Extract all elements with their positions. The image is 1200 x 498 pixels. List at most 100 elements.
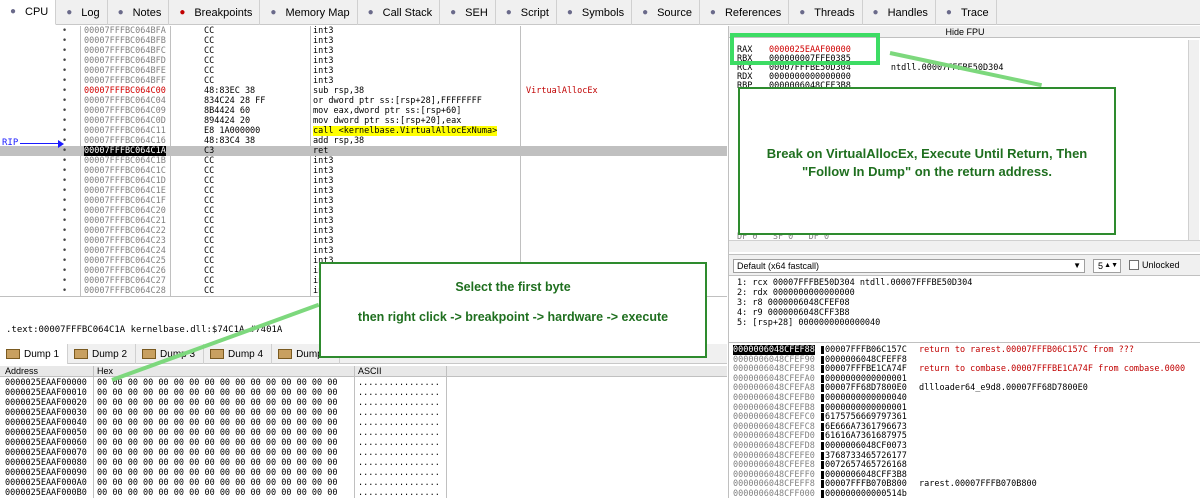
stack-row[interactable]: 0000006048CFEFB0 0000000000000040 [729, 393, 1200, 403]
stack-row[interactable]: 0000006048CFEFA8 00007FF68D7800E0 dllloade… [729, 383, 1200, 393]
stack-marker-icon [821, 451, 824, 460]
disasm-row[interactable]: • 00007FFFBC064BFA CC int3 [0, 26, 727, 36]
disasm-bytes: 48:83EC 38 [204, 86, 256, 96]
unlocked-checkbox[interactable]: Unlocked [1129, 260, 1180, 270]
dump-row[interactable]: 0000025EAAF00010 00 00 00 00 00 00 00 00 … [0, 388, 727, 398]
dump-row[interactable]: 0000025EAAF00070 00 00 00 00 00 00 00 00 … [0, 448, 727, 458]
dump-tab-2[interactable]: Dump 2 [68, 344, 137, 364]
argument-row[interactable]: 4: r9 0000006048CFF3B8 [737, 308, 850, 318]
tab-breakpoints[interactable]: ● Breakpoints [169, 0, 261, 25]
disassembly-pane[interactable]: • 00007FFFBC064BFA CC int3 • 00007FFFBC064BFB… [0, 26, 727, 296]
tab-log[interactable]: ● Log [56, 0, 108, 25]
tab-seh[interactable]: ● SEH [440, 0, 496, 25]
stack-row[interactable]: 0000006048CFEFC0 6175756669797361 [729, 412, 1200, 422]
disasm-row[interactable]: • 00007FFFBC064C09 8B4424 60 mov eax,dword … [0, 106, 727, 116]
disasm-row[interactable]: • 00007FFFBC064C20 CC int3 [0, 206, 727, 216]
registers-hscrollbar[interactable] [729, 240, 1200, 252]
dump-row[interactable]: 0000025EAAF00000 00 00 00 00 00 00 00 00 … [0, 378, 727, 388]
argument-row[interactable]: 5: [rsp+28] 0000000000000040 [737, 318, 880, 328]
stack-addr: 0000006048CFEFA8 [733, 383, 815, 394]
stack-row[interactable]: 0000006048CFEFC8 6E666A7361796673 [729, 422, 1200, 432]
stack-addr: 0000006048CFEFF8 [733, 479, 815, 490]
stack-row[interactable]: 0000006048CFEFF8 00007FFFB070B800 rarest.0… [729, 479, 1200, 489]
disasm-row[interactable]: • 00007FFFBC064C0D 894424 20 mov dword ptr … [0, 116, 727, 126]
registers-vscrollbar[interactable] [1188, 40, 1199, 240]
arg-count-spinner[interactable]: 5 ▲▼ [1093, 259, 1121, 273]
disasm-row[interactable]: • 00007FFFBC064BFD CC int3 [0, 56, 727, 66]
disasm-addr: 00007FFFBC064C1E [84, 186, 166, 196]
stack-marker-icon [821, 394, 824, 402]
stack-row[interactable]: 0000006048CFEF90 0000006048CFEFF8 [729, 355, 1200, 365]
dump-tab-4[interactable]: Dump 4 [204, 344, 273, 364]
dump-tab-1[interactable]: Dump 1 [0, 344, 69, 364]
references-icon: ● [709, 6, 716, 18]
tab-cpu[interactable]: ● CPU [0, 0, 57, 25]
stack-row[interactable]: 0000006048CFEFF0 0000006048CFF3B8 [729, 470, 1200, 480]
disasm-row[interactable]: • 00007FFFBC064C23 CC int3 [0, 236, 727, 246]
disasm-row[interactable]: • 00007FFFBC064C00 48:83EC 38 sub rsp,38 Vir… [0, 86, 727, 96]
dump-icon [6, 349, 20, 359]
disasm-row[interactable]: • 00007FFFBC064C11 E8 1A000000 call <kernel… [0, 126, 727, 136]
disasm-instr: mov dword ptr ss:[rsp+20],eax [313, 116, 462, 126]
stack-row[interactable]: 0000006048CFEFE0 3768733465726177 [729, 451, 1200, 461]
stack-row[interactable]: 0000006048CFEF88 00007FFFB06C157C return t… [729, 345, 1200, 355]
stack-row[interactable]: 0000006048CFEFB8 0000000000000001 [729, 403, 1200, 413]
stack-addr: 0000006048CFEFD0 [733, 431, 815, 442]
stack-pane[interactable]: 0000006048CFEF88 00007FFFB06C157C return t… [729, 342, 1200, 498]
disasm-row[interactable]: • 00007FFFBC064C1F CC int3 [0, 196, 727, 206]
tab-handles[interactable]: ● Handles [863, 0, 936, 25]
dump-hex: 00 00 00 00 00 00 00 00 00 00 00 00 00 0… [97, 398, 338, 408]
dump-row[interactable]: 0000025EAAF000A0 00 00 00 00 00 00 00 00 … [0, 478, 727, 488]
tab-trace[interactable]: ● Trace [936, 0, 997, 25]
tab-source[interactable]: ● Source [632, 0, 700, 25]
disasm-row[interactable]: • 00007FFFBC064C1A C3 ret [0, 146, 727, 156]
stack-row[interactable]: 0000006048CFF000 000000000000514b [729, 489, 1200, 498]
tab-call-stack[interactable]: ● Call Stack [358, 0, 441, 25]
disasm-row[interactable]: • 00007FFFBC064BFB CC int3 [0, 36, 727, 46]
tab-notes[interactable]: ● Notes [108, 0, 170, 25]
dump-row[interactable]: 0000025EAAF00090 00 00 00 00 00 00 00 00 … [0, 468, 727, 478]
disasm-row[interactable]: • 00007FFFBC064BFC CC int3 [0, 46, 727, 56]
tab-symbols[interactable]: ● Symbols [557, 0, 633, 25]
disasm-row[interactable]: • 00007FFFBC064C1C CC int3 [0, 166, 727, 176]
dump-col-address: Address [5, 366, 39, 376]
disasm-row[interactable]: • 00007FFFBC064C1D CC int3 [0, 176, 727, 186]
dump-row[interactable]: 0000025EAAF00020 00 00 00 00 00 00 00 00 … [0, 398, 727, 408]
disasm-row[interactable]: • 00007FFFBC064C1E CC int3 [0, 186, 727, 196]
dump-row[interactable]: 0000025EAAF00060 00 00 00 00 00 00 00 00 … [0, 438, 727, 448]
stack-val: 00007FFFB070B800 [825, 479, 907, 490]
stack-row[interactable]: 0000006048CFEFA0 0000000000000001 [729, 374, 1200, 384]
row-marker-icon: • [62, 176, 68, 186]
argument-row[interactable]: 3: r8 0000006048CFEF08 [737, 298, 850, 308]
stack-val: 00007FF68D7800E0 [825, 383, 907, 394]
calling-convention-select[interactable]: Default (x64 fastcall) ▼ [733, 259, 1085, 273]
disasm-row[interactable]: • 00007FFFBC064C1B CC int3 [0, 156, 727, 166]
row-marker-icon: • [62, 56, 68, 66]
stack-row[interactable]: 0000006048CFEF98 00007FFFBE1CA74F return t… [729, 364, 1200, 374]
rip-arrowhead-icon [58, 140, 64, 148]
tab-references[interactable]: ● References [700, 0, 790, 25]
disasm-instr: mov eax,dword ptr ss:[rsp+60] [313, 106, 462, 116]
stack-row[interactable]: 0000006048CFEFD0 61616A7361687975 [729, 431, 1200, 441]
tab-script[interactable]: ● Script [496, 0, 557, 25]
stack-row[interactable]: 0000006048CFEFE8 0072657465726168 [729, 460, 1200, 470]
dump-row[interactable]: 0000025EAAF000B0 00 00 00 00 00 00 00 00 … [0, 488, 727, 498]
disasm-row[interactable]: • 00007FFFBC064BFF CC int3 [0, 76, 727, 86]
tab-threads[interactable]: ● Threads [789, 0, 863, 25]
disasm-row[interactable]: • 00007FFFBC064C21 CC int3 [0, 216, 727, 226]
disasm-bytes: 894424 20 [204, 116, 251, 126]
disasm-row[interactable]: • 00007FFFBC064C22 CC int3 [0, 226, 727, 236]
tab-memory-map[interactable]: ● Memory Map [260, 0, 358, 25]
disasm-instr: int3 [313, 46, 334, 56]
disasm-row[interactable]: • 00007FFFBC064BFE CC int3 [0, 66, 727, 76]
disasm-row[interactable]: • 00007FFFBC064C04 834C24 28 FF or dword pt… [0, 96, 727, 106]
stack-row[interactable]: 0000006048CFEFD8 0000006048CF0073 [729, 441, 1200, 451]
argument-row[interactable]: 2: rdx 0000000000000000 [737, 288, 855, 298]
dump-row[interactable]: 0000025EAAF00050 00 00 00 00 00 00 00 00 … [0, 428, 727, 438]
disasm-row[interactable]: • 00007FFFBC064C16 48:83C4 38 add rsp,38 [0, 136, 727, 146]
dump-row[interactable]: 0000025EAAF00040 00 00 00 00 00 00 00 00 … [0, 418, 727, 428]
argument-row[interactable]: 1: rcx 00007FFFBE50D304 ntdll.00007FFFBE… [737, 278, 972, 288]
dump-row[interactable]: 0000025EAAF00080 00 00 00 00 00 00 00 00 … [0, 458, 727, 468]
dump-row[interactable]: 0000025EAAF00030 00 00 00 00 00 00 00 00 … [0, 408, 727, 418]
disasm-row[interactable]: • 00007FFFBC064C24 CC int3 [0, 246, 727, 256]
